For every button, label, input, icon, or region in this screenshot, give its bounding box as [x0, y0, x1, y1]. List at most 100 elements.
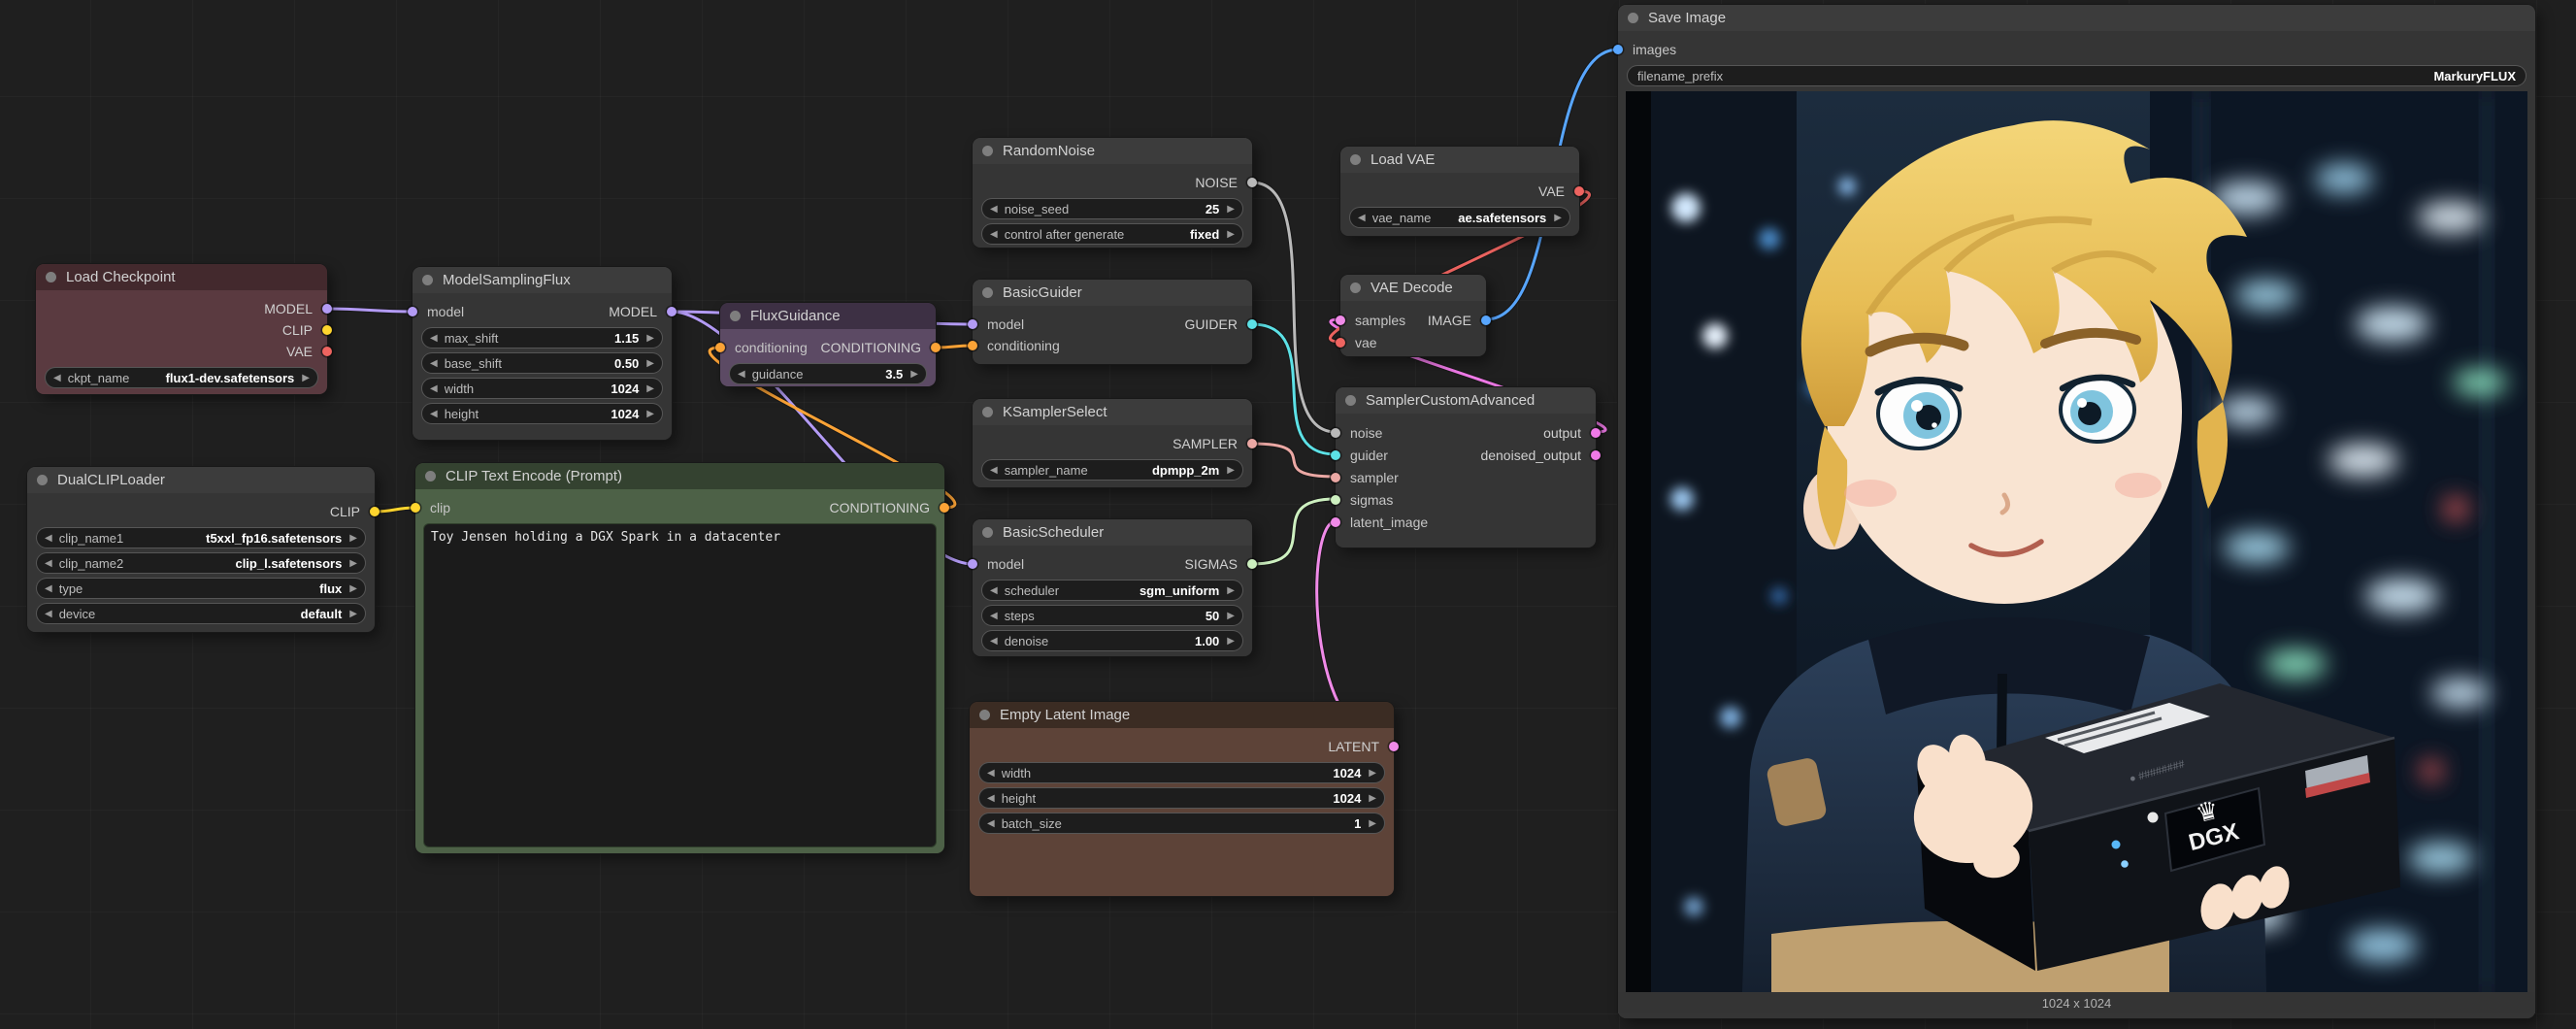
- slot-dot-noise-in[interactable]: [1331, 428, 1340, 438]
- collapse-dot-icon[interactable]: [982, 527, 993, 538]
- slot-row-sigmas[interactable]: sigmas: [1336, 488, 1596, 511]
- slot-row-model-guider[interactable]: modelGUIDER: [973, 314, 1252, 335]
- node-basic-guider[interactable]: BasicGuider modelGUIDER conditioning: [973, 280, 1252, 364]
- node-title-bar[interactable]: BasicGuider: [973, 280, 1252, 306]
- noise-seed-number[interactable]: ◀noise_seed25▶: [982, 199, 1242, 218]
- output-slot-vae[interactable]: VAE: [1340, 181, 1579, 202]
- arrow-right-icon[interactable]: ▶: [646, 383, 654, 394]
- arrow-right-icon[interactable]: ▶: [1227, 204, 1235, 215]
- slot-dot-vae[interactable]: [322, 347, 332, 356]
- slot-dot-conditioning-out[interactable]: [931, 343, 941, 352]
- slot-dot-model-in[interactable]: [968, 319, 977, 329]
- slot-dot-sampler-in[interactable]: [1331, 473, 1340, 482]
- node-title-bar[interactable]: BasicScheduler: [973, 519, 1252, 546]
- node-title-bar[interactable]: ModelSamplingFlux: [413, 267, 672, 293]
- arrow-right-icon[interactable]: ▶: [910, 369, 918, 380]
- arrow-right-icon[interactable]: ▶: [1227, 585, 1235, 596]
- width-number[interactable]: ◀width1024▶: [422, 379, 662, 398]
- node-title-bar[interactable]: KSamplerSelect: [973, 399, 1252, 425]
- node-model-sampling-flux[interactable]: ModelSamplingFlux modelMODEL ◀max_shift1…: [413, 267, 672, 440]
- node-save-image[interactable]: Save Image images filename_prefixMarkury…: [1618, 5, 2535, 1018]
- slot-dot-conditioning-in[interactable]: [968, 341, 977, 350]
- scheduler-combo[interactable]: ◀schedulersgm_uniform▶: [982, 581, 1242, 600]
- node-clip-text-encode[interactable]: CLIP Text Encode (Prompt) clipCONDITIONI…: [415, 463, 944, 853]
- slot-dot-sampler[interactable]: [1247, 439, 1257, 448]
- slot-row-samples-image[interactable]: samplesIMAGE: [1340, 309, 1486, 331]
- node-title-bar[interactable]: VAE Decode: [1340, 275, 1486, 301]
- node-random-noise[interactable]: RandomNoise NOISE ◀noise_seed25▶ ◀contro…: [973, 138, 1252, 248]
- arrow-left-icon[interactable]: ◀: [430, 383, 438, 394]
- prompt-textarea[interactable]: Toy Jensen holding a DGX Spark in a data…: [424, 524, 936, 846]
- slot-dot-model-in[interactable]: [968, 559, 977, 569]
- output-slot-vae[interactable]: VAE: [36, 341, 327, 362]
- node-load-vae[interactable]: Load VAE VAE ◀vae_nameae.safetensors▶: [1340, 147, 1579, 236]
- arrow-left-icon[interactable]: ◀: [990, 465, 998, 476]
- slot-row-model[interactable]: modelMODEL: [413, 301, 672, 322]
- node-flux-guidance[interactable]: FluxGuidance conditioningCONDITIONING ◀g…: [720, 303, 936, 386]
- slot-row-vae[interactable]: vae: [1340, 331, 1486, 353]
- collapse-dot-icon[interactable]: [1345, 395, 1356, 406]
- slot-row-clip[interactable]: clipCONDITIONING: [415, 497, 944, 518]
- arrow-right-icon[interactable]: ▶: [1227, 465, 1235, 476]
- height-number[interactable]: ◀height1024▶: [979, 788, 1384, 808]
- node-sampler-custom-advanced[interactable]: SamplerCustomAdvanced noiseoutput guider…: [1336, 387, 1596, 548]
- arrow-left-icon[interactable]: ◀: [738, 369, 745, 380]
- steps-number[interactable]: ◀steps50▶: [982, 606, 1242, 625]
- slot-row-conditioning[interactable]: conditioning: [973, 335, 1252, 356]
- height-number[interactable]: ◀height1024▶: [422, 404, 662, 423]
- arrow-right-icon[interactable]: ▶: [1369, 818, 1376, 829]
- output-slot-clip[interactable]: CLIP: [36, 319, 327, 341]
- slot-row-conditioning[interactable]: conditioningCONDITIONING: [720, 337, 936, 358]
- slot-dot-latent-image-in[interactable]: [1331, 517, 1340, 527]
- arrow-left-icon[interactable]: ◀: [45, 533, 52, 544]
- arrow-left-icon[interactable]: ◀: [990, 585, 998, 596]
- arrow-left-icon[interactable]: ◀: [987, 768, 995, 779]
- arrow-left-icon[interactable]: ◀: [990, 229, 998, 240]
- slot-dot-model-in[interactable]: [408, 307, 417, 316]
- node-title-bar[interactable]: CLIP Text Encode (Prompt): [415, 463, 944, 489]
- slot-dot-clip[interactable]: [322, 325, 332, 335]
- vae-name-combo[interactable]: ◀vae_nameae.safetensors▶: [1350, 208, 1569, 227]
- collapse-dot-icon[interactable]: [982, 287, 993, 298]
- output-slot-noise[interactable]: NOISE: [973, 172, 1252, 193]
- slot-dot-latent[interactable]: [1389, 742, 1399, 751]
- slot-dot-samples-in[interactable]: [1336, 315, 1345, 325]
- output-slot-model[interactable]: MODEL: [36, 298, 327, 319]
- arrow-left-icon[interactable]: ◀: [430, 409, 438, 419]
- slot-dot-guider-in[interactable]: [1331, 450, 1340, 460]
- arrow-right-icon[interactable]: ▶: [1227, 229, 1235, 240]
- max-shift-number[interactable]: ◀max_shift1.15▶: [422, 328, 662, 348]
- collapse-dot-icon[interactable]: [982, 146, 993, 156]
- collapse-dot-icon[interactable]: [46, 272, 56, 282]
- slot-row-guider-denoised[interactable]: guiderdenoised_output: [1336, 444, 1596, 466]
- arrow-right-icon[interactable]: ▶: [302, 373, 310, 383]
- device-combo[interactable]: ◀devicedefault▶: [37, 604, 365, 623]
- slot-dot-model-out[interactable]: [667, 307, 677, 316]
- collapse-dot-icon[interactable]: [979, 710, 990, 720]
- node-title-bar[interactable]: RandomNoise: [973, 138, 1252, 164]
- arrow-left-icon[interactable]: ◀: [1358, 213, 1366, 223]
- slot-dot-sigmas-out[interactable]: [1247, 559, 1257, 569]
- collapse-dot-icon[interactable]: [1350, 282, 1361, 293]
- slot-dot-clip[interactable]: [370, 507, 380, 516]
- arrow-left-icon[interactable]: ◀: [45, 558, 52, 569]
- ckpt-name-combo[interactable]: ◀ckpt_nameflux1-dev.safetensors▶: [46, 368, 317, 387]
- collapse-dot-icon[interactable]: [982, 407, 993, 417]
- slot-dot-image-out[interactable]: [1481, 315, 1491, 325]
- arrow-right-icon[interactable]: ▶: [349, 583, 357, 594]
- slot-dot-denoised-output[interactable]: [1591, 450, 1601, 460]
- collapse-dot-icon[interactable]: [37, 475, 48, 485]
- arrow-left-icon[interactable]: ◀: [987, 818, 995, 829]
- node-title-bar[interactable]: Load Checkpoint: [36, 264, 327, 290]
- collapse-dot-icon[interactable]: [1350, 154, 1361, 165]
- node-title-bar[interactable]: DualCLIPLoader: [27, 467, 375, 493]
- arrow-left-icon[interactable]: ◀: [430, 333, 438, 344]
- arrow-left-icon[interactable]: ◀: [987, 793, 995, 804]
- guidance-number[interactable]: ◀guidance3.5▶: [730, 364, 926, 383]
- slot-row-images[interactable]: images: [1618, 39, 2535, 60]
- arrow-left-icon[interactable]: ◀: [53, 373, 61, 383]
- sampler-name-combo[interactable]: ◀sampler_namedpmpp_2m▶: [982, 460, 1242, 480]
- arrow-left-icon[interactable]: ◀: [990, 636, 998, 647]
- node-vae-decode[interactable]: VAE Decode samplesIMAGE vae: [1340, 275, 1486, 356]
- arrow-right-icon[interactable]: ▶: [1369, 768, 1376, 779]
